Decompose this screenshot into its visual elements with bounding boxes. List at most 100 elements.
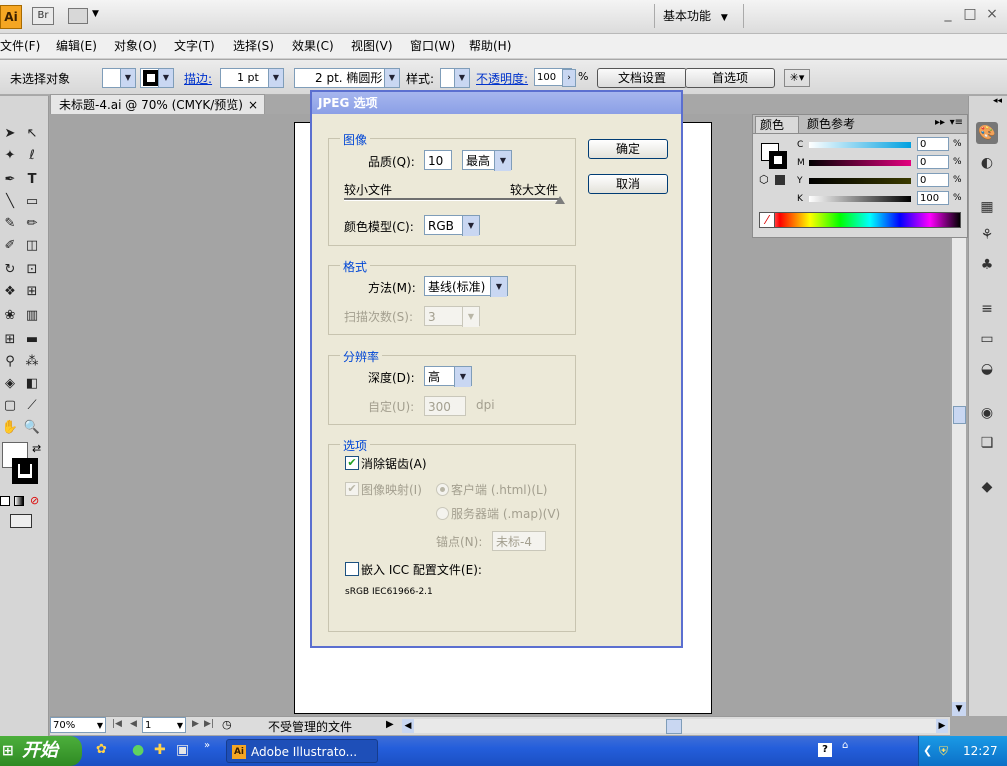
screen-mode-icon[interactable] — [10, 514, 32, 528]
collapse-icon[interactable]: ▸▸ — [935, 117, 945, 128]
chevron-right-icon[interactable]: » — [204, 740, 210, 751]
quality-field[interactable]: 10 — [424, 150, 452, 170]
document-setup-button[interactable]: 文档设置 — [597, 68, 687, 88]
magic-wand-tool-icon[interactable]: ✦ — [0, 146, 20, 166]
first-page-icon[interactable]: |◀ — [112, 719, 122, 729]
quality-preset-select[interactable]: 最高 ▼ — [462, 150, 512, 171]
brush-definition-dropdown[interactable]: 2 pt. 椭圆形 ▼ — [294, 68, 400, 88]
channel-y-field[interactable]: 0 — [917, 173, 949, 187]
pen-tool-icon[interactable]: ✒ — [0, 170, 20, 190]
quick-launch-icon[interactable]: ✚ — [154, 742, 174, 760]
custom-resolution-field[interactable]: 300 — [424, 396, 466, 416]
quick-launch-icon[interactable]: ✿ — [96, 742, 116, 760]
channel-c-slider[interactable] — [809, 142, 911, 148]
quick-launch-icon[interactable]: ▣ — [176, 742, 196, 760]
mesh-tool-icon[interactable]: ⊞ — [0, 330, 20, 350]
scrollbar-thumb[interactable] — [953, 406, 966, 424]
next-page-icon[interactable]: ▶ — [192, 719, 199, 729]
brushes-icon[interactable]: ⚘ — [976, 224, 998, 246]
status-menu-icon[interactable]: ▶ — [386, 719, 394, 730]
server-side-radio[interactable] — [436, 507, 449, 520]
menu-file[interactable]: 文件(F) — [0, 37, 40, 55]
graphic-style-dropdown[interactable]: ▼ — [440, 68, 470, 88]
chevron-down-icon[interactable]: ▼ — [92, 9, 99, 19]
appearance-icon[interactable]: ◉ — [976, 402, 998, 424]
rectangle-tool-icon[interactable]: ▭ — [22, 192, 42, 212]
swatches-icon[interactable]: ▦ — [976, 196, 998, 218]
none-mode-icon[interactable]: ⊘ — [30, 494, 39, 507]
network-icon[interactable]: ⌂ — [842, 740, 848, 751]
stroke-panel-link[interactable]: 描边: — [184, 70, 212, 87]
blend-tool-icon[interactable]: ⁂ — [22, 352, 42, 372]
arrange-documents-button[interactable] — [68, 8, 88, 24]
stroke-color-dropdown[interactable]: ▼ — [140, 68, 174, 88]
embed-icc-checkbox[interactable] — [345, 562, 359, 576]
symbols-icon[interactable]: ♣ — [976, 254, 998, 276]
eyedropper-tool-icon[interactable]: ⚲ — [0, 352, 20, 372]
horizontal-scrollbar[interactable]: ◀ ▶ — [402, 719, 948, 734]
color-mode-icon[interactable] — [0, 496, 10, 506]
zoom-tool-icon[interactable]: 🔍 — [22, 418, 42, 438]
rotate-tool-icon[interactable]: ↻ — [0, 260, 20, 280]
swap-fill-stroke-icon[interactable]: ⇄ — [32, 442, 41, 455]
live-paint-bucket-icon[interactable]: ◈ — [0, 374, 20, 394]
graphic-styles-icon[interactable]: ❏ — [976, 432, 998, 454]
tab-color[interactable]: 颜色 — [755, 116, 799, 133]
menu-select[interactable]: 选择(S) — [233, 37, 274, 55]
channel-m-field[interactable]: 0 — [917, 155, 949, 169]
lasso-tool-icon[interactable]: ℓ — [22, 146, 42, 166]
ok-button[interactable]: 确定 — [588, 139, 668, 159]
selection-tool-icon[interactable]: ➤ — [0, 124, 20, 144]
scale-tool-icon[interactable]: ⊡ — [22, 260, 42, 280]
paintbrush-tool-icon[interactable]: ✎ — [0, 214, 20, 234]
anchor-field[interactable]: 未标-4 — [492, 531, 546, 551]
hand-tool-icon[interactable]: ✋ — [0, 418, 20, 438]
tab-color-guide[interactable]: 颜色参考 — [803, 116, 863, 133]
client-side-radio[interactable] — [436, 483, 449, 496]
start-button[interactable]: ⊞ 开始 — [0, 736, 82, 766]
quality-slider-thumb[interactable] — [555, 196, 565, 204]
symbol-sprayer-tool-icon[interactable]: ❀ — [0, 306, 20, 326]
gradient-panel-icon[interactable]: ▭ — [976, 328, 998, 350]
scrollbar-thumb[interactable] — [666, 719, 682, 734]
menu-edit[interactable]: 编辑(E) — [56, 37, 97, 55]
channel-y-slider[interactable] — [809, 178, 911, 184]
layers-icon[interactable]: ◆ — [976, 476, 998, 498]
transparency-icon[interactable]: ◒ — [976, 358, 998, 380]
type-tool-icon[interactable]: T — [22, 170, 42, 190]
last-page-icon[interactable]: ▶| — [204, 719, 214, 729]
color-model-select[interactable]: RGB ▼ — [424, 215, 480, 236]
chevron-right-icon[interactable]: › — [562, 69, 576, 87]
minimize-button[interactable]: _ — [940, 6, 956, 22]
close-button[interactable]: × — [984, 6, 1000, 22]
channel-m-slider[interactable] — [809, 160, 911, 166]
chevron-down-icon[interactable]: ▼ — [952, 702, 966, 716]
stroke-swatch-large[interactable] — [12, 458, 38, 484]
gradient-tool-icon[interactable]: ▬ — [22, 330, 42, 350]
page-field[interactable]: 1 ▼ — [142, 717, 186, 733]
live-paint-selection-icon[interactable]: ◧ — [22, 374, 42, 394]
stroke-weight-field[interactable]: 1 pt ▼ — [220, 68, 284, 88]
preferences-button[interactable]: 首选项 — [685, 68, 775, 88]
chevron-left-icon[interactable]: ◀ — [402, 719, 414, 733]
maximize-button[interactable]: □ — [962, 6, 978, 22]
isolation-icon[interactable]: ✳▾ — [784, 69, 810, 87]
stroke-swatch[interactable] — [769, 151, 787, 169]
panel-menu-icon[interactable]: ▾≡ — [950, 117, 963, 128]
menu-view[interactable]: 视图(V) — [351, 37, 393, 55]
antialias-checkbox[interactable]: ✔ — [345, 456, 359, 470]
clock[interactable]: 12:27 — [963, 736, 998, 766]
none-swatch-icon[interactable]: ⁄ — [759, 212, 775, 228]
depth-select[interactable]: 高 ▼ — [424, 366, 472, 387]
stroke-panel-icon[interactable]: ≡ — [976, 298, 998, 320]
help-icon[interactable]: ? — [818, 743, 832, 757]
close-icon[interactable]: × — [248, 95, 258, 115]
eraser-tool-icon[interactable]: ◫ — [22, 236, 42, 256]
chevron-left-icon[interactable]: ❮ — [923, 736, 932, 766]
cancel-button[interactable]: 取消 — [588, 174, 668, 194]
blob-brush-tool-icon[interactable]: ✐ — [0, 236, 20, 256]
quick-launch-icon[interactable]: ● — [132, 742, 152, 760]
opacity-link[interactable]: 不透明度: — [476, 70, 528, 87]
channel-k-field[interactable]: 100 — [917, 191, 949, 205]
color-guide-icon[interactable]: ◐ — [976, 152, 998, 174]
